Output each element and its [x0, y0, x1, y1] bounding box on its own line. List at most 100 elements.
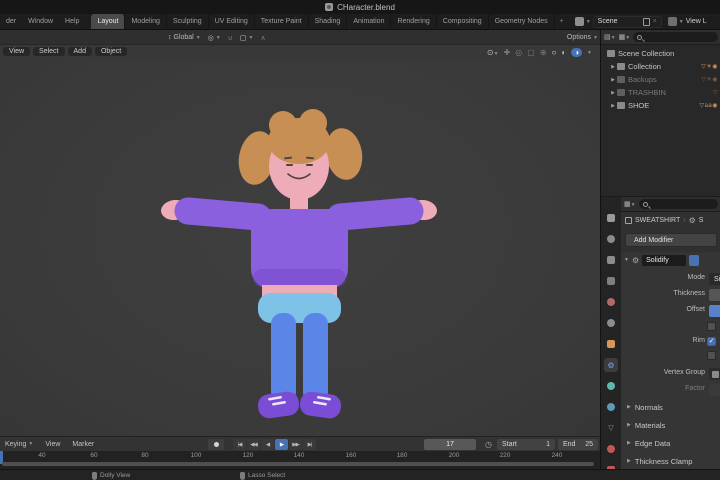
proportional-editing-dropdown[interactable]: ▢ ▼ — [240, 34, 254, 42]
end-frame-field[interactable]: End 25 — [558, 439, 598, 450]
breadcrumb-modifier[interactable]: S — [699, 217, 704, 224]
section-materials[interactable]: ▶ Materials — [627, 418, 720, 432]
tab-shading[interactable]: Shading — [309, 14, 348, 29]
modifier-name-field[interactable]: Solidify — [642, 254, 687, 266]
shading-solid-icon[interactable]: ○ — [552, 48, 557, 57]
outliner-row-shoe[interactable]: ▶ SHOE ▽aa◉ — [601, 99, 720, 112]
shading-dropdown-icon[interactable]: ▼ — [587, 50, 592, 56]
tab-render[interactable] — [604, 232, 618, 246]
vertex-group-field[interactable] — [709, 368, 720, 380]
outliner-row-scene-collection[interactable]: Scene Collection — [601, 47, 720, 60]
expand-icon[interactable]: ▼ — [624, 257, 629, 263]
new-scene-icon[interactable] — [642, 17, 650, 26]
play-reverse-button[interactable]: ◀ — [261, 439, 274, 450]
menu-render[interactable]: der — [0, 14, 22, 29]
view-layer-selector[interactable]: ▼ View L — [667, 14, 707, 29]
play-button[interactable]: ▶ — [275, 439, 288, 450]
timeline-ruler[interactable]: 40 60 80 100 120 140 160 180 200 220 240 — [0, 451, 600, 469]
timeline-scrollbar[interactable] — [2, 462, 594, 466]
fill-checkbox[interactable]: ✓ — [707, 337, 716, 346]
properties-search-input[interactable] — [638, 199, 718, 209]
tab-object-data[interactable]: ▽ — [604, 421, 618, 435]
tab-compositing[interactable]: Compositing — [437, 14, 489, 29]
disclosure-triangle-icon[interactable]: ▶ — [609, 103, 617, 109]
add-modifier-button[interactable]: Add Modifier — [625, 233, 717, 247]
tab-view-layer[interactable] — [604, 274, 618, 288]
mode-dropdown[interactable]: Simple — [709, 273, 720, 285]
scene-name-field[interactable]: Scene × — [592, 15, 662, 28]
menu-object[interactable]: Object — [94, 47, 128, 56]
unlink-scene-icon[interactable]: × — [653, 18, 657, 25]
disclosure-triangle-icon[interactable]: ▶ — [609, 64, 617, 70]
timeline-menu-keying[interactable]: Keying ▼ — [0, 441, 38, 448]
jump-to-start-button[interactable]: |◀ — [233, 439, 246, 450]
menu-add[interactable]: Add — [67, 47, 92, 56]
menu-view[interactable]: View — [3, 47, 31, 56]
tab-world[interactable] — [604, 316, 618, 330]
transform-orientation-dropdown[interactable]: ↕ Global ▼ — [168, 34, 201, 41]
tab-object[interactable] — [604, 337, 618, 351]
tab-sculpting[interactable]: Sculpting — [167, 14, 209, 29]
tab-physics[interactable] — [604, 400, 618, 414]
tab-modeling[interactable]: Modeling — [125, 14, 167, 29]
snap-toggle[interactable]: ∪ — [228, 34, 233, 42]
section-thickness-clamp[interactable]: ▶ Thickness Clamp — [627, 454, 720, 468]
tab-scene[interactable] — [604, 295, 618, 309]
filter-icon[interactable]: ▤▼ — [604, 33, 616, 41]
visibility-dropdown[interactable]: ⊙▼ — [487, 48, 499, 57]
thickness-field[interactable] — [709, 289, 720, 301]
only-checkbox[interactable] — [707, 351, 716, 360]
shading-material-icon[interactable]: ◐ — [561, 48, 566, 57]
timeline-menu-view[interactable]: View — [40, 441, 65, 448]
auto-keying-button[interactable] — [208, 439, 224, 450]
viewport-options-dropdown[interactable]: Options ▼ — [567, 30, 598, 45]
next-keyframe-button[interactable]: ▶▶ — [289, 439, 302, 450]
pivot-point-dropdown[interactable]: ◎ ▼ — [208, 34, 221, 42]
current-frame-field[interactable]: 17 — [424, 439, 476, 450]
tab-uv-editing[interactable]: UV Editing — [209, 14, 255, 29]
disclosure-triangle-icon[interactable]: ▶ — [609, 90, 617, 96]
viewport-3d[interactable]: ↕ Global ▼ ◎ ▼ ∪ ▢ ▼ ∧ Options ▼ View Se… — [0, 30, 600, 469]
menu-window[interactable]: Window — [22, 14, 59, 29]
display-mode-icon[interactable]: ▦▼ — [619, 33, 631, 41]
tab-layout[interactable]: Layout — [91, 14, 126, 29]
prev-keyframe-button[interactable]: ◀◀ — [247, 439, 260, 450]
tab-animation[interactable]: Animation — [347, 14, 392, 29]
menu-help[interactable]: Help — [59, 14, 85, 29]
xray-toggle-icon[interactable]: ▢ — [527, 48, 535, 57]
tab-geometry-nodes[interactable]: Geometry Nodes — [489, 14, 555, 29]
menu-select[interactable]: Select — [33, 47, 65, 56]
tab-rendering[interactable]: Rendering — [391, 14, 437, 29]
breadcrumb-object[interactable]: SWEATSHIRT — [635, 217, 680, 224]
tab-material[interactable] — [604, 442, 618, 456]
disclosure-triangle-icon[interactable]: ▶ — [609, 77, 617, 83]
outliner-row-trashbin[interactable]: ▶ TRASHBIN ▽ — [601, 86, 720, 99]
overlays-icon[interactable]: ◎ — [515, 48, 522, 57]
outliner-row-backups[interactable]: ▶ Backups ▽☀◉ — [601, 73, 720, 86]
section-edge-data[interactable]: ▶ Edge Data — [627, 436, 720, 450]
tab-modifiers[interactable]: ⚙ — [604, 358, 618, 372]
outliner-row-collection[interactable]: ▶ Collection ▽☀◉ — [601, 60, 720, 73]
add-workspace-button[interactable]: + — [555, 14, 569, 29]
outliner-search-input[interactable] — [633, 32, 718, 42]
tab-output[interactable] — [604, 253, 618, 267]
factor-field[interactable] — [709, 384, 720, 396]
timeline-menu-marker[interactable]: Marker — [67, 441, 99, 448]
display-toggle-icon[interactable] — [689, 254, 700, 266]
shading-wireframe-icon[interactable]: ⊕ — [540, 48, 547, 57]
offset-field[interactable] — [709, 305, 720, 317]
character-model[interactable] — [0, 61, 600, 436]
tab-particles[interactable] — [604, 379, 618, 393]
falloff-curve-icon[interactable]: ∧ — [260, 34, 265, 42]
gizmo-icon[interactable]: ✚ — [504, 48, 511, 57]
viewport-canvas[interactable] — [0, 61, 600, 436]
scene-selector[interactable]: ▼ Scene × — [574, 14, 662, 29]
start-frame-field[interactable]: Start 1 — [497, 439, 555, 450]
editor-type-icon[interactable]: ▦▼ — [624, 200, 636, 208]
shading-rendered-icon[interactable]: ◑ — [571, 48, 583, 57]
section-normals[interactable]: ▶ Normals — [627, 400, 720, 414]
even-checkbox[interactable] — [707, 322, 716, 331]
jump-to-end-button[interactable]: ▶| — [303, 439, 316, 450]
tab-tool[interactable] — [604, 211, 618, 225]
tab-texture-paint[interactable]: Texture Paint — [255, 14, 309, 29]
